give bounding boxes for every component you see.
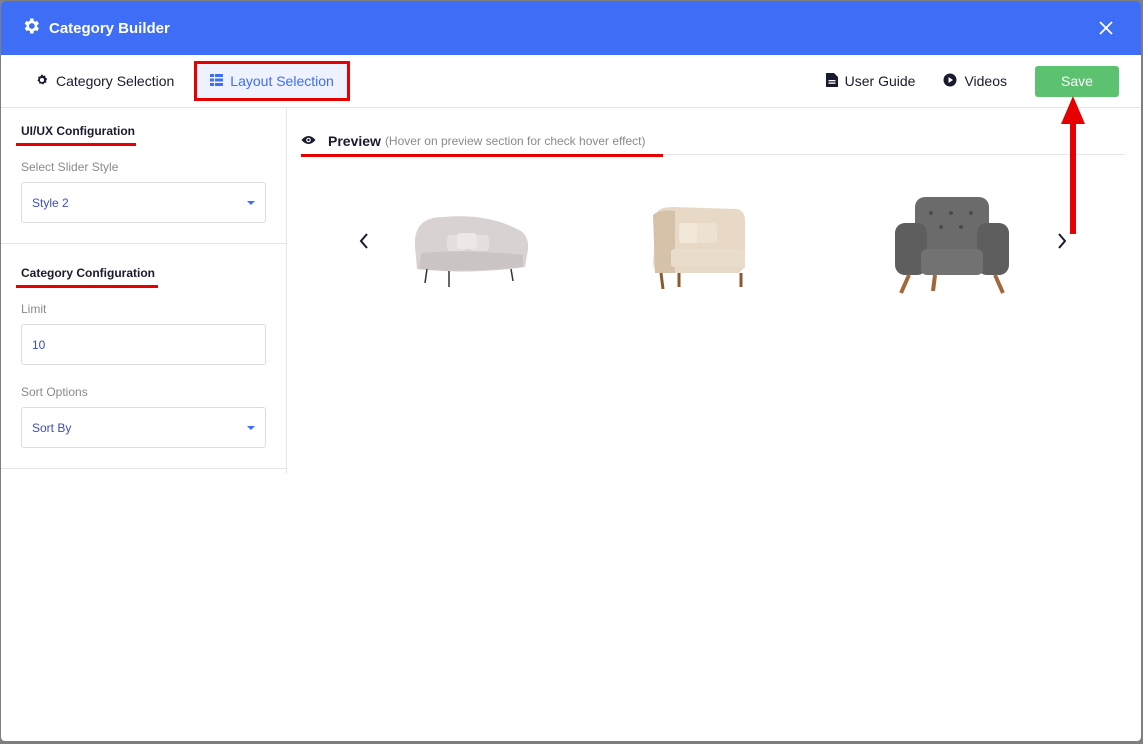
user-guide-link[interactable]: User Guide — [825, 72, 916, 90]
caret-down-icon — [247, 425, 255, 430]
close-icon[interactable] — [1091, 13, 1121, 43]
videos-label: Videos — [964, 73, 1007, 89]
slider-style-select[interactable]: Style 2 — [21, 182, 266, 223]
sort-options-label: Sort Options — [21, 385, 88, 399]
preview-header: Preview (Hover on preview section for ch… — [301, 128, 1125, 157]
tab-category-selection[interactable]: Category Selection — [21, 64, 188, 98]
gear-icon — [21, 16, 41, 41]
category-config-title: Category Configuration — [16, 266, 158, 288]
tab-layout-selection[interactable]: Layout Selection — [194, 61, 350, 101]
chevron-left-icon[interactable] — [359, 233, 369, 254]
limit-input[interactable]: 10 — [21, 324, 266, 365]
play-circle-icon — [943, 73, 964, 90]
config-sidebar: UI/UX Configuration Select Slider Style … — [1, 108, 287, 474]
save-button[interactable]: Save — [1035, 65, 1119, 97]
preview-hint: (Hover on preview section for check hove… — [384, 134, 646, 148]
title-bar: Category Builder — [1, 1, 1141, 55]
videos-link[interactable]: Videos — [943, 73, 1007, 90]
slider-item-sofa[interactable] — [409, 209, 531, 294]
preview-panel: Preview (Hover on preview section for ch… — [287, 108, 1141, 741]
eye-icon — [301, 132, 316, 150]
sort-options-value: Sort By — [32, 420, 72, 435]
limit-label: Limit — [21, 302, 47, 316]
annotation-arrow — [1061, 96, 1085, 234]
document-icon — [825, 72, 845, 90]
nav-bar: Category Selection Layout Selection User… — [1, 55, 1141, 108]
sort-options-select[interactable]: Sort By — [21, 407, 266, 448]
category-slider — [301, 191, 1125, 301]
uiux-config-section: UI/UX Configuration Select Slider Style … — [1, 108, 286, 244]
highlight-underline — [16, 285, 158, 288]
preview-title: Preview — [328, 133, 381, 149]
highlight-underline — [16, 143, 136, 146]
uiux-config-title: UI/UX Configuration — [16, 124, 136, 146]
category-builder-modal: Category Builder Category Selection Layo… — [1, 1, 1141, 741]
caret-down-icon — [247, 200, 255, 205]
slider-style-value: Style 2 — [32, 195, 69, 210]
cogs-icon — [35, 73, 56, 90]
chevron-right-icon[interactable] — [1057, 233, 1067, 254]
window-title: Category Builder — [49, 19, 170, 37]
tab-layout-label: Layout Selection — [230, 73, 334, 89]
category-config-section: Category Configuration Limit 10 Sort Opt… — [1, 244, 286, 469]
limit-value: 10 — [32, 337, 46, 352]
highlight-underline — [301, 154, 663, 157]
user-guide-label: User Guide — [844, 73, 916, 89]
slider-item-armchair-grey[interactable] — [893, 193, 1011, 302]
grid-list-icon — [210, 73, 230, 89]
tab-category-label: Category Selection — [56, 73, 175, 89]
slider-item-armchair-beige[interactable] — [649, 203, 749, 296]
slider-style-label: Select Slider Style — [21, 160, 119, 174]
